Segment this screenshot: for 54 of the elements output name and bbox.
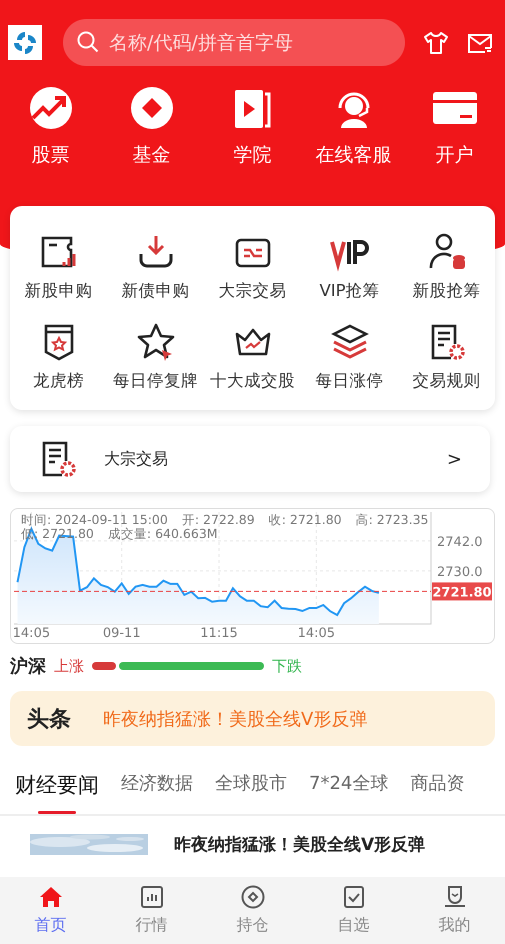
headline-label: 头条 <box>27 706 71 734</box>
logo-icon <box>8 25 42 60</box>
search-icon <box>77 31 99 53</box>
axis-label: 09-11 <box>102 626 141 641</box>
service-item[interactable]: 龙虎榜 <box>10 322 107 392</box>
news-tab[interactable]: 经济数据 <box>121 771 193 795</box>
fall-label: 下跌 <box>272 656 302 676</box>
ref-line-label: 2721.80 <box>432 585 492 600</box>
quick-link[interactable]: 开户 <box>404 86 504 168</box>
service-item[interactable]: VIP抢筹 <box>301 232 398 302</box>
service-item[interactable]: 大宗交易 <box>204 232 301 302</box>
news-tab[interactable]: 商品资 <box>410 771 464 795</box>
quick-link[interactable]: 在线客服 <box>304 86 404 168</box>
headline-text: 昨夜纳指猛涨！美股全线V形反弹 <box>103 708 368 730</box>
market-title: 沪深 <box>10 655 46 678</box>
news-title[interactable]: 昨夜纳指猛涨！美股全线V形反弹 <box>174 835 426 855</box>
star-icon <box>136 322 176 362</box>
axis-label: 14:05 <box>298 626 336 641</box>
news-tab[interactable]: 全球股市 <box>215 771 287 795</box>
t-shirt-icon[interactable] <box>423 30 449 56</box>
chart-info: 成交量: 640.663M <box>108 527 218 541</box>
news-tab[interactable]: 7*24全球 <box>309 771 388 795</box>
feature-row[interactable]: 大宗交易 > <box>10 426 490 492</box>
diamond-coin-icon <box>130 86 174 130</box>
axis-label: 11:15 <box>200 626 238 641</box>
service-item[interactable]: 交易规则 <box>398 322 495 392</box>
service-item[interactable]: 新债申购 <box>107 232 204 302</box>
axis-label: 2742.0 <box>437 534 482 550</box>
rise-label: 上涨 <box>54 656 84 676</box>
bar-chart-icon <box>140 885 164 909</box>
chart-info: 开: 2722.89 <box>182 513 255 527</box>
home-icon <box>38 885 62 909</box>
checkbox-icon <box>342 885 366 909</box>
headline-banner[interactable]: 头条 昨夜纳指猛涨！美股全线V形反弹 <box>10 691 495 746</box>
price-tag: 2721.80 <box>432 582 492 600</box>
quick-link[interactable]: 股票 <box>0 86 100 168</box>
chart-info: 高: 2723.35 <box>356 513 428 527</box>
user-icon <box>442 885 466 909</box>
chart-info: 时间: 2024-09-11 15:00 <box>21 513 168 527</box>
service-item[interactable]: 十大成交股 <box>204 322 301 392</box>
quick-link[interactable]: 学院 <box>202 86 302 168</box>
person-coins-icon <box>426 232 466 272</box>
axis-label: 2730.0 <box>437 564 482 580</box>
service-item[interactable]: 每日涨停 <box>301 322 398 392</box>
axis-label: 14:05 <box>12 626 50 641</box>
chart-info: 收: 2721.80 <box>268 513 342 527</box>
trend-up-icon <box>28 86 72 130</box>
service-item[interactable]: 新股抢筹 <box>398 232 495 302</box>
service-item[interactable]: 新股申购 <box>10 232 107 302</box>
diamond-coin-icon <box>240 885 264 909</box>
news-tab[interactable]: 财经要闻 <box>15 771 99 814</box>
nav-tab[interactable]: 首页 <box>6 877 96 944</box>
quick-link[interactable]: 基金 <box>102 86 202 168</box>
service-item[interactable]: 每日停复牌 <box>107 322 204 392</box>
